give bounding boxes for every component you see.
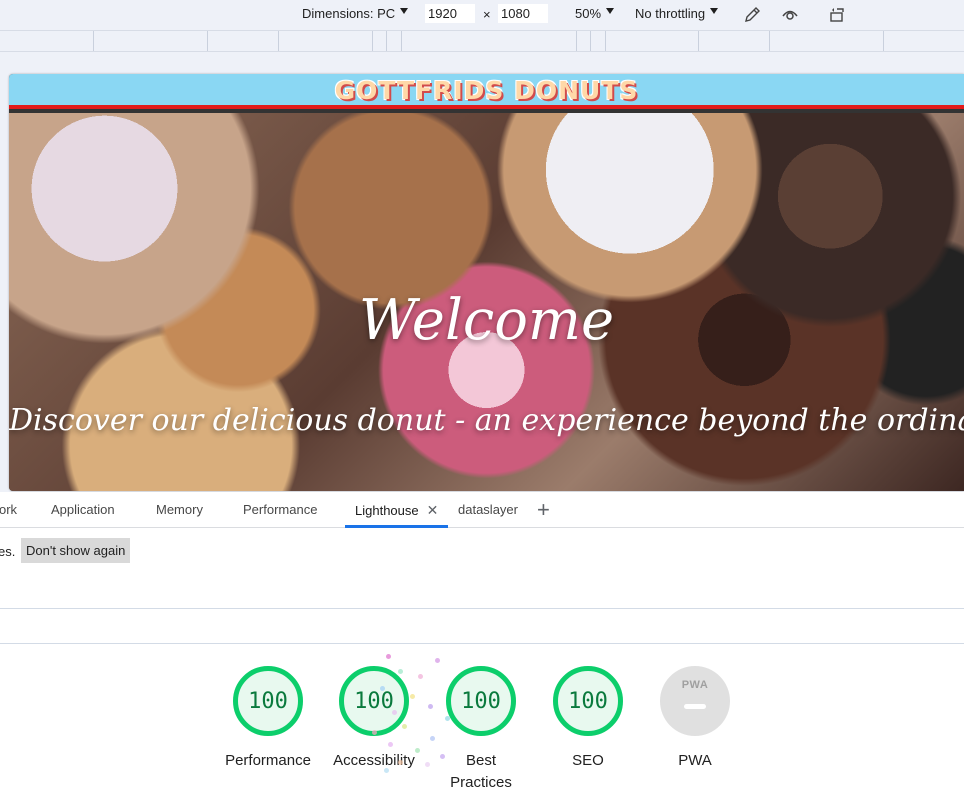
tab-application[interactable]: Application — [51, 492, 115, 528]
throttling-dropdown[interactable]: No throttling — [635, 6, 719, 21]
tab-dataslayer[interactable]: dataslayer — [458, 492, 518, 528]
tab-network[interactable]: ork — [0, 492, 17, 528]
eyedropper-icon[interactable] — [741, 4, 763, 26]
gauge-performance[interactable]: 100 Performance — [213, 666, 323, 772]
score-value: 100 — [568, 688, 608, 714]
height-input[interactable] — [498, 4, 548, 23]
zoom-dropdown[interactable]: 50% — [575, 6, 615, 21]
times-sign: × — [483, 7, 491, 22]
tab-label: Application — [51, 502, 115, 517]
tab-lighthouse[interactable]: Lighthouse ✕ — [345, 492, 448, 528]
tab-label: Lighthouse — [355, 503, 419, 518]
tab-label: Performance — [243, 502, 318, 517]
media-query-ruler — [0, 30, 964, 52]
site-header: GOTTFRIDS DONUTS — [9, 74, 964, 109]
width-input[interactable] — [425, 4, 475, 23]
plus-icon: + — [537, 497, 550, 522]
pwa-badge: PWA — [660, 666, 730, 736]
hero-banner: Welcome Discover our delicious donut - a… — [9, 113, 964, 491]
rotate-icon[interactable] — [827, 4, 849, 26]
tab-label: Memory — [156, 502, 203, 517]
gauge-pwa[interactable]: PWA PWA — [640, 666, 750, 772]
score-circle: 100 — [339, 666, 409, 736]
pwa-dash-icon — [684, 704, 706, 709]
tab-label: ork — [0, 502, 18, 517]
gauge-best-practices[interactable]: 100 Best Practices — [426, 666, 536, 794]
score-value: 100 — [461, 688, 501, 714]
pwa-badge-text: PWA — [681, 679, 709, 691]
score-label: Best Practices — [450, 752, 512, 791]
hero-title: Welcome — [358, 288, 615, 353]
score-circle: 100 — [233, 666, 303, 736]
score-label: Accessibility — [333, 752, 415, 769]
zoom-label: 50% — [575, 6, 602, 21]
score-circle: 100 — [553, 666, 623, 736]
infobar: es. Don't show again — [0, 529, 964, 609]
tab-performance[interactable]: Performance — [243, 492, 317, 528]
gauge-seo[interactable]: 100 SEO — [533, 666, 643, 772]
close-icon[interactable]: ✕ — [427, 492, 439, 528]
chevron-down-icon — [400, 8, 409, 14]
score-label: SEO — [572, 752, 604, 769]
chevron-down-icon — [606, 8, 615, 14]
site-logo[interactable]: GOTTFRIDS DONUTS — [335, 76, 639, 105]
lighthouse-scores: 100 Performance 100 Accessibility 100 Be… — [0, 644, 964, 809]
hero-subtitle: Discover our delicious donut - an experi… — [9, 403, 964, 438]
tab-label: dataslayer — [458, 502, 518, 517]
add-tab-button[interactable]: + — [537, 492, 550, 528]
score-circle: 100 — [446, 666, 516, 736]
dimensions-dropdown[interactable]: Dimensions: PC — [302, 6, 409, 21]
dont-show-again-button[interactable]: Don't show again — [21, 538, 131, 563]
score-label: PWA — [678, 752, 712, 769]
tab-memory[interactable]: Memory — [156, 492, 203, 528]
eye-icon[interactable] — [779, 4, 801, 26]
gauge-accessibility[interactable]: 100 Accessibility — [319, 666, 429, 772]
infobar-text: es. — [0, 544, 16, 559]
throttling-label: No throttling — [635, 6, 706, 21]
lighthouse-report-toolbar — [0, 609, 964, 644]
chevron-down-icon — [710, 8, 719, 14]
page-preview: GOTTFRIDS DONUTS Welcome Discover our de… — [9, 74, 964, 491]
dimensions-label: Dimensions: PC — [302, 6, 396, 21]
score-value: 100 — [248, 688, 288, 714]
devtools-tab-bar: ork Application Memory Performance Light… — [0, 492, 964, 528]
score-value: 100 — [354, 688, 394, 714]
device-toolbar: Dimensions: PC × 50% No throttling — [0, 0, 964, 30]
score-label: Performance — [225, 752, 311, 769]
